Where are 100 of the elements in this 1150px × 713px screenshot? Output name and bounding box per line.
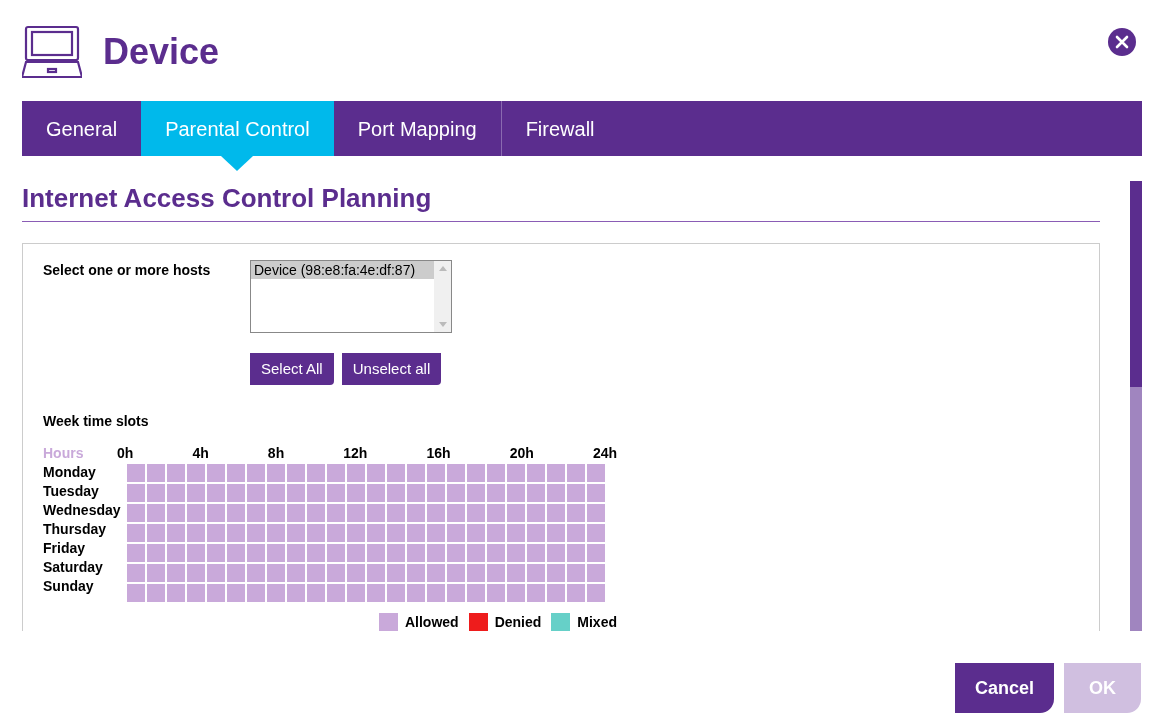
time-slot[interactable]	[347, 584, 365, 602]
time-slot[interactable]	[147, 464, 165, 482]
time-slot[interactable]	[207, 544, 225, 562]
time-slot[interactable]	[347, 484, 365, 502]
time-slot[interactable]	[227, 524, 245, 542]
time-slot[interactable]	[507, 544, 525, 562]
time-slot[interactable]	[287, 524, 305, 542]
time-slot[interactable]	[367, 584, 385, 602]
time-slot[interactable]	[447, 564, 465, 582]
time-slot[interactable]	[267, 484, 285, 502]
time-slot[interactable]	[547, 464, 565, 482]
time-slot[interactable]	[147, 564, 165, 582]
time-slot[interactable]	[547, 584, 565, 602]
time-slot[interactable]	[527, 564, 545, 582]
time-slot[interactable]	[327, 464, 345, 482]
time-slot[interactable]	[247, 564, 265, 582]
time-slot[interactable]	[307, 484, 325, 502]
time-slot[interactable]	[327, 584, 345, 602]
time-slot[interactable]	[227, 464, 245, 482]
time-slot[interactable]	[567, 504, 585, 522]
time-slot[interactable]	[527, 584, 545, 602]
time-slot[interactable]	[207, 524, 225, 542]
time-slot[interactable]	[447, 464, 465, 482]
time-slot[interactable]	[427, 544, 445, 562]
time-slot[interactable]	[367, 544, 385, 562]
time-slot[interactable]	[247, 504, 265, 522]
time-slot[interactable]	[287, 544, 305, 562]
time-slot[interactable]	[127, 504, 145, 522]
time-slot[interactable]	[547, 524, 565, 542]
time-slot[interactable]	[247, 584, 265, 602]
time-slot[interactable]	[227, 544, 245, 562]
time-slot[interactable]	[407, 524, 425, 542]
time-slot[interactable]	[267, 464, 285, 482]
time-slot[interactable]	[207, 504, 225, 522]
time-slot[interactable]	[327, 504, 345, 522]
time-slot[interactable]	[167, 524, 185, 542]
time-slot[interactable]	[507, 524, 525, 542]
time-slot[interactable]	[367, 484, 385, 502]
time-slot[interactable]	[307, 524, 325, 542]
time-slot[interactable]	[207, 484, 225, 502]
time-slot[interactable]	[427, 504, 445, 522]
time-slot[interactable]	[567, 524, 585, 542]
time-slot[interactable]	[127, 544, 145, 562]
time-slot[interactable]	[267, 504, 285, 522]
time-slot[interactable]	[587, 504, 605, 522]
time-slot[interactable]	[447, 504, 465, 522]
time-slot[interactable]	[587, 524, 605, 542]
time-slot[interactable]	[247, 524, 265, 542]
time-slot[interactable]	[527, 544, 545, 562]
time-slot[interactable]	[587, 464, 605, 482]
scrollbar-track[interactable]	[1130, 181, 1142, 631]
time-slot[interactable]	[187, 564, 205, 582]
time-slot[interactable]	[527, 464, 545, 482]
time-slot[interactable]	[427, 584, 445, 602]
time-slot[interactable]	[447, 524, 465, 542]
time-slot[interactable]	[307, 564, 325, 582]
time-slot[interactable]	[527, 484, 545, 502]
time-slot[interactable]	[167, 564, 185, 582]
time-slot[interactable]	[167, 464, 185, 482]
time-slot[interactable]	[267, 584, 285, 602]
time-slot[interactable]	[567, 484, 585, 502]
scrollbar[interactable]	[434, 261, 451, 332]
time-slot[interactable]	[247, 484, 265, 502]
time-slot[interactable]	[347, 544, 365, 562]
time-slot[interactable]	[547, 564, 565, 582]
time-slot[interactable]	[527, 504, 545, 522]
time-slot[interactable]	[207, 584, 225, 602]
time-slot[interactable]	[447, 484, 465, 502]
time-slot[interactable]	[447, 544, 465, 562]
time-slot[interactable]	[487, 524, 505, 542]
time-slot[interactable]	[147, 544, 165, 562]
time-slot[interactable]	[487, 484, 505, 502]
time-slot[interactable]	[367, 524, 385, 542]
time-slot[interactable]	[187, 484, 205, 502]
time-slot[interactable]	[367, 564, 385, 582]
time-slot[interactable]	[147, 584, 165, 602]
time-slot[interactable]	[507, 484, 525, 502]
close-icon[interactable]	[1108, 28, 1136, 56]
time-slot[interactable]	[247, 544, 265, 562]
time-slot[interactable]	[327, 484, 345, 502]
time-slot[interactable]	[347, 464, 365, 482]
time-slot[interactable]	[167, 484, 185, 502]
time-slot[interactable]	[287, 584, 305, 602]
time-slot[interactable]	[507, 584, 525, 602]
time-slot[interactable]	[587, 544, 605, 562]
time-slot[interactable]	[567, 564, 585, 582]
time-slot[interactable]	[127, 484, 145, 502]
dialog-button[interactable]: Cancel	[955, 663, 1055, 713]
time-slot[interactable]	[227, 564, 245, 582]
time-slot[interactable]	[507, 464, 525, 482]
time-slot[interactable]	[167, 504, 185, 522]
time-slot[interactable]	[167, 584, 185, 602]
time-slot[interactable]	[407, 464, 425, 482]
time-slot[interactable]	[567, 544, 585, 562]
time-slot[interactable]	[287, 484, 305, 502]
time-slot[interactable]	[327, 544, 345, 562]
time-slot[interactable]	[187, 544, 205, 562]
time-slot[interactable]	[347, 504, 365, 522]
down-arrow-icon[interactable]	[438, 322, 447, 327]
time-slot[interactable]	[167, 544, 185, 562]
